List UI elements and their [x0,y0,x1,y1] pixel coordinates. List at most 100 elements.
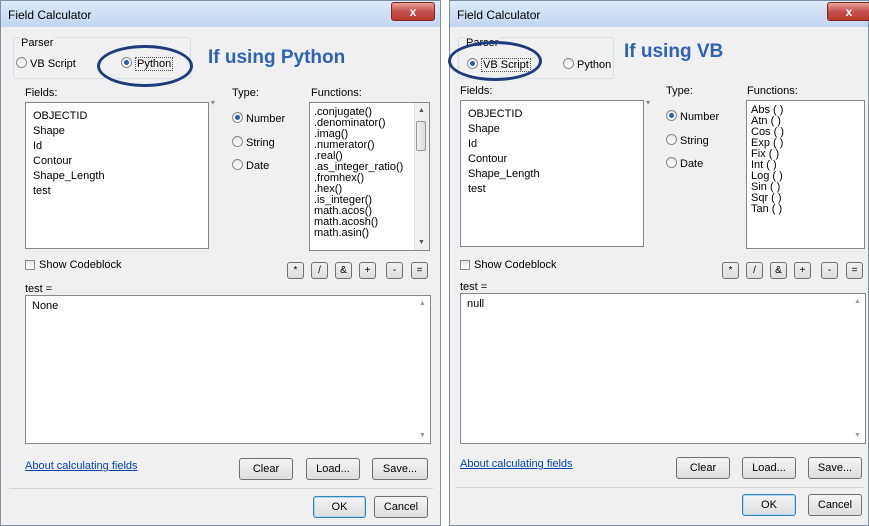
scroll-up-icon[interactable]: ▲ [418,107,425,114]
list-item[interactable]: Sqr ( ) [751,193,782,204]
expression-textarea[interactable]: None ▲ ▼ [25,295,431,444]
type-radio-string[interactable]: String [232,136,275,149]
list-item[interactable]: .imag() [314,129,348,140]
load-button-label: Load... [316,463,350,475]
list-item[interactable]: Shape [33,125,65,137]
list-item[interactable]: .denominator() [314,118,386,129]
expression-label: test = [25,283,53,295]
type-radio-string[interactable]: String [666,134,709,147]
scroll-up-icon[interactable]: ▲ [419,300,426,307]
type-radio-date[interactable]: Date [232,159,269,172]
ampersand-button[interactable]: & [335,262,352,279]
list-item[interactable]: Contour [33,155,72,167]
functions-scrollbar[interactable]: ▲ ▼ [414,103,429,250]
ok-button[interactable]: OK [742,494,796,516]
ok-button[interactable]: OK [313,496,366,518]
list-item[interactable]: test [468,183,486,195]
list-item[interactable]: Fix ( ) [751,149,779,160]
multiply-button[interactable]: * [722,262,739,279]
list-item[interactable]: Shape [468,123,500,135]
divide-button[interactable]: / [311,262,328,279]
expression-scrollbar[interactable]: ▲ ▼ [416,296,430,443]
scroll-down-icon[interactable]: ▼ [854,432,861,439]
type-radio-number[interactable]: Number [232,112,285,125]
list-item[interactable]: math.acosh() [314,217,378,228]
list-item[interactable]: .fromhex() [314,173,364,184]
save-button[interactable]: Save... [372,458,428,480]
list-item[interactable]: Id [468,138,477,150]
list-item[interactable]: Exp ( ) [751,138,783,149]
list-item[interactable]: test [33,185,51,197]
type-radio-number[interactable]: Number [666,110,719,123]
list-item[interactable]: Log ( ) [751,171,783,182]
list-item[interactable]: .is_integer() [314,195,372,206]
divider [9,488,433,489]
load-button[interactable]: Load... [742,457,796,479]
equals-button[interactable]: = [411,262,428,279]
list-item[interactable]: .conjugate() [314,107,372,118]
list-item[interactable]: Contour [468,153,507,165]
plus-button[interactable]: + [359,262,376,279]
close-button[interactable]: x [827,2,869,21]
parser-radio-python[interactable]: Python [563,58,611,71]
fields-list[interactable]: OBJECTID Shape Id Contour Shape_Length t… [460,100,644,247]
functions-list[interactable]: .conjugate() .denominator() .imag() .num… [309,102,430,251]
show-codeblock-checkbox[interactable] [25,260,35,270]
fields-label: Fields: [460,85,493,97]
clear-button[interactable]: Clear [239,458,293,480]
parser-radio-vbscript[interactable]: VB Script [16,57,76,70]
list-item[interactable]: .numerator() [314,140,375,151]
parser-label: Parser [20,37,55,49]
scroll-thumb[interactable] [416,121,426,151]
save-button-label: Save... [817,462,853,474]
list-item[interactable]: OBJECTID [33,110,87,122]
list-item[interactable]: .real() [314,151,343,162]
list-item[interactable]: math.acos() [314,206,372,217]
type-radio-date[interactable]: Date [666,157,703,170]
save-button[interactable]: Save... [808,457,862,479]
clear-button-label: Clear [689,462,717,474]
scroll-up-icon[interactable]: ▲ [854,298,861,305]
list-item[interactable]: OBJECTID [468,108,522,120]
equals-button[interactable]: = [846,262,863,279]
close-button[interactable]: x [391,2,435,21]
functions-list[interactable]: Abs ( ) Atn ( ) Cos ( ) Exp ( ) Fix ( ) … [746,100,865,249]
plus-button[interactable]: + [794,262,811,279]
ok-button-label: OK [761,499,777,511]
list-item[interactable]: Shape_Length [33,170,105,182]
list-item[interactable]: Sin ( ) [751,182,780,193]
fields-list[interactable]: OBJECTID Shape Id Contour Shape_Length t… [25,102,209,249]
list-item[interactable]: Int ( ) [751,160,777,171]
list-item[interactable]: Abs ( ) [751,105,783,116]
radio-icon [232,159,243,170]
cancel-button[interactable]: Cancel [374,496,428,518]
list-item[interactable]: .hex() [314,184,342,195]
functions-label: Functions: [747,85,798,97]
minus-button[interactable]: - [821,262,838,279]
cancel-button[interactable]: Cancel [808,494,862,516]
scroll-down-icon[interactable]: ▼ [418,239,425,246]
divide-button[interactable]: / [746,262,763,279]
list-item[interactable]: Tan ( ) [751,204,782,215]
ampersand-button[interactable]: & [770,262,787,279]
about-calculating-fields-link[interactable]: About calculating fields [25,460,138,472]
expression-scrollbar[interactable]: ▲ ▼ [851,294,865,443]
clear-button[interactable]: Clear [676,457,730,479]
list-item[interactable]: Atn ( ) [751,116,781,127]
load-button[interactable]: Load... [306,458,360,480]
multiply-button[interactable]: * [287,262,304,279]
radio-label: String [246,137,275,149]
minus-button[interactable]: - [386,262,403,279]
list-item[interactable]: Shape_Length [468,168,540,180]
title-bar: Field Calculator x [450,1,869,27]
expression-textarea[interactable]: null ▲ ▼ [460,293,866,444]
list-item[interactable]: Cos ( ) [751,127,784,138]
radio-label: Python [577,59,612,71]
show-codeblock-checkbox[interactable] [460,260,470,270]
list-item[interactable]: math.asin() [314,228,369,239]
list-item[interactable]: Id [33,140,42,152]
scroll-down-icon[interactable]: ▼ [419,432,426,439]
list-item[interactable]: .as_integer_ratio() [314,162,403,173]
radio-selected-icon [232,112,243,123]
about-calculating-fields-link[interactable]: About calculating fields [460,458,573,470]
